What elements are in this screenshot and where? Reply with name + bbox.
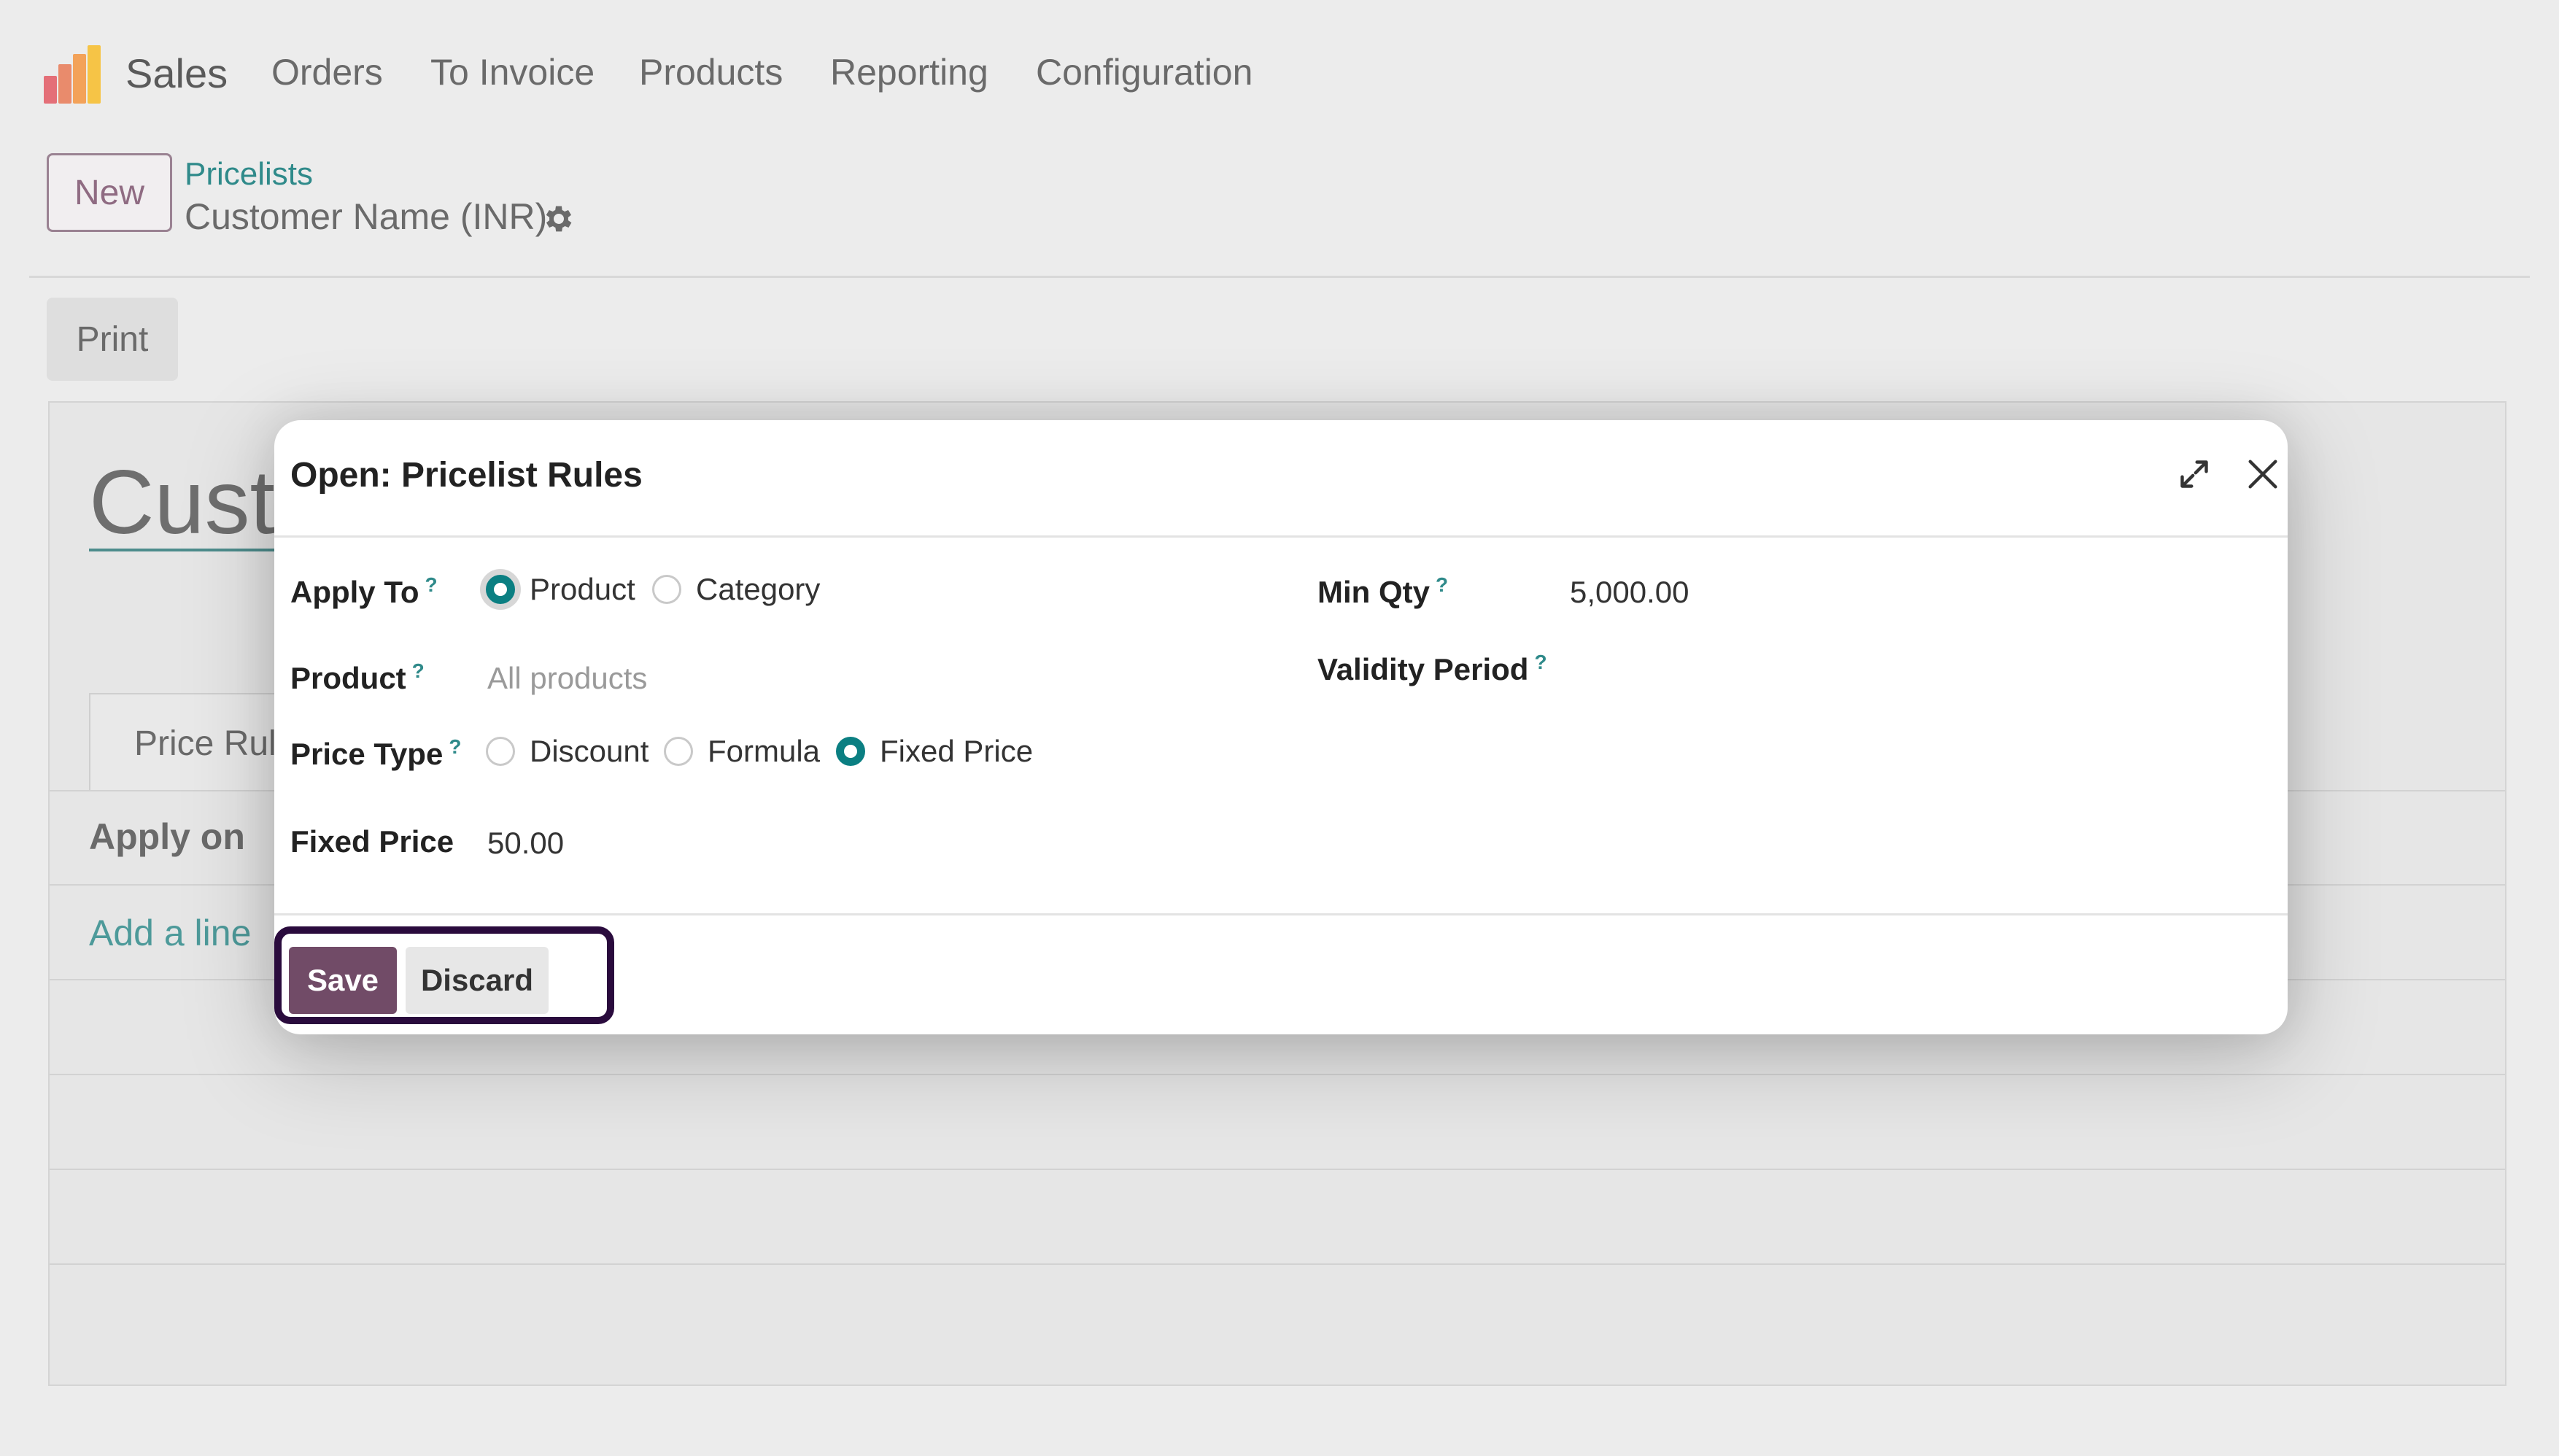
- min-qty-label: Min Qty?: [1317, 573, 1449, 609]
- price-type-discount-radio[interactable]: Discount: [486, 734, 649, 769]
- menu-configuration[interactable]: Configuration: [1036, 51, 1253, 93]
- radio-label: Discount: [530, 734, 649, 768]
- top-navbar: Sales Orders To Invoice Products Reporti…: [0, 0, 2559, 146]
- radio-label: Category: [696, 572, 821, 606]
- radio-checked-icon: [836, 737, 865, 766]
- min-qty-input[interactable]: 5,000.00: [1570, 575, 1689, 610]
- radio-unchecked-icon: [652, 575, 681, 604]
- radio-unchecked-icon: [486, 737, 515, 766]
- close-icon[interactable]: [2244, 455, 2282, 493]
- table-row-divider: [50, 1169, 2505, 1170]
- apply-to-category-radio[interactable]: Category: [652, 572, 820, 607]
- apply-to-label: Apply To?: [290, 573, 438, 609]
- menu-products[interactable]: Products: [639, 51, 783, 93]
- price-type-formula-radio[interactable]: Formula: [664, 734, 820, 769]
- help-tooltip-icon[interactable]: ?: [449, 735, 461, 758]
- breadcrumb-current-record: Customer Name (INR): [185, 196, 548, 237]
- product-input[interactable]: All products: [487, 661, 647, 696]
- validity-period-input[interactable]: [1570, 639, 2226, 697]
- expand-icon[interactable]: [2178, 458, 2210, 490]
- menu-to-invoice[interactable]: To Invoice: [430, 51, 595, 93]
- add-a-line-link[interactable]: Add a line: [89, 912, 251, 954]
- print-button[interactable]: Print: [47, 298, 178, 381]
- tab-price-rules[interactable]: Price Rule: [89, 693, 293, 791]
- discard-button[interactable]: Discard: [406, 947, 549, 1014]
- radio-checked-icon: [486, 575, 515, 604]
- fixed-price-label: Fixed Price: [290, 824, 454, 859]
- column-header-apply-on[interactable]: Apply on: [89, 816, 245, 858]
- fixed-price-input[interactable]: 50.00: [487, 826, 564, 861]
- price-type-fixed-price-radio[interactable]: Fixed Price: [836, 734, 1033, 769]
- save-button[interactable]: Save: [289, 947, 397, 1014]
- menu-reporting[interactable]: Reporting: [830, 51, 988, 93]
- radio-label: Formula: [708, 734, 821, 768]
- control-panel-divider: [29, 276, 2530, 278]
- table-row-divider: [50, 1074, 2505, 1075]
- price-type-label: Price Type?: [290, 735, 462, 771]
- dialog-title: Open: Pricelist Rules: [290, 456, 643, 495]
- help-tooltip-icon[interactable]: ?: [412, 659, 425, 682]
- apply-to-product-radio[interactable]: Product: [486, 572, 635, 607]
- product-label: Product?: [290, 659, 425, 695]
- breadcrumb-pricelists-link[interactable]: Pricelists: [185, 156, 313, 193]
- radio-label: Fixed Price: [880, 734, 1034, 768]
- sales-app-logo-icon[interactable]: [42, 44, 104, 105]
- help-tooltip-icon[interactable]: ?: [1436, 573, 1448, 596]
- help-tooltip-icon[interactable]: ?: [1534, 651, 1546, 673]
- help-tooltip-icon[interactable]: ?: [425, 573, 438, 596]
- new-button[interactable]: New: [47, 153, 172, 232]
- gear-icon[interactable]: [541, 201, 576, 236]
- dialog-header-divider: [274, 535, 2288, 538]
- menu-orders[interactable]: Orders: [271, 51, 383, 93]
- validity-period-label: Validity Period?: [1317, 651, 1547, 686]
- pricelist-rule-dialog: Open: Pricelist Rules Apply To? Product …: [274, 420, 2288, 1034]
- table-row-divider: [50, 1263, 2505, 1265]
- radio-unchecked-icon: [664, 737, 693, 766]
- app-name-sales[interactable]: Sales: [125, 50, 228, 97]
- title-underline: [89, 549, 279, 551]
- radio-label: Product: [530, 572, 635, 606]
- dialog-footer-divider: [274, 913, 2288, 915]
